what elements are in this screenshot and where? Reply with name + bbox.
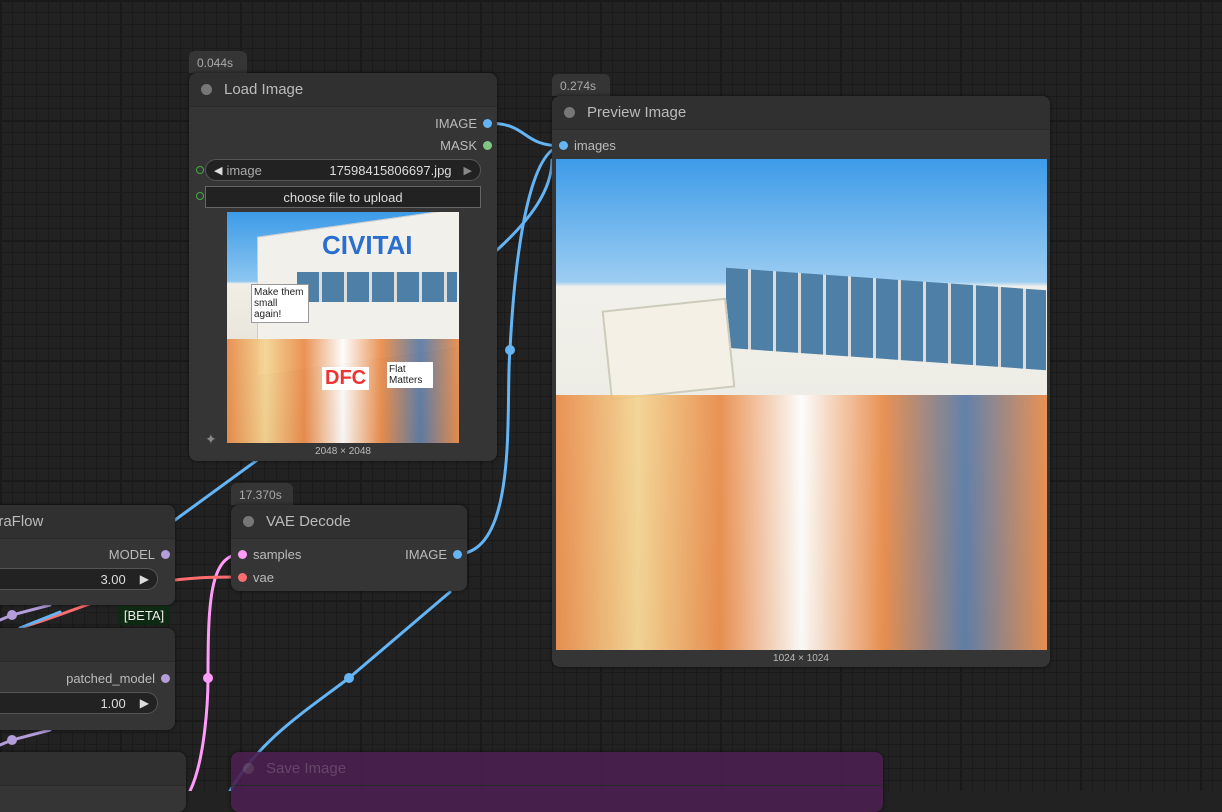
output-label: MODEL — [108, 547, 155, 562]
arrow-right-icon[interactable]: ▶ — [140, 572, 149, 586]
node-title: VAE Decode — [266, 513, 351, 530]
input-label: images — [574, 138, 616, 153]
sign-text: Flat Matters — [387, 362, 433, 388]
image-thumbnail: CIVITAI Make them small again! DFC Flat … — [227, 212, 459, 443]
input-slot-upload[interactable] — [196, 192, 204, 200]
arrow-left-icon[interactable]: ◀ — [214, 164, 222, 177]
collapse-dot-icon[interactable] — [243, 516, 254, 527]
widget-value: 1.00 — [100, 695, 126, 711]
input-label: samples — [253, 547, 302, 562]
output-label: MASK — [440, 138, 477, 153]
patch-model-node[interactable]: patched_model 1.00 ▶ — [0, 628, 175, 730]
widget-value: 3.00 — [100, 571, 126, 587]
output-slot-image[interactable] — [483, 119, 492, 128]
number-widget[interactable]: 1.00 ▶ — [0, 692, 158, 714]
output-label: IMAGE — [435, 116, 477, 131]
collapse-dot-icon[interactable] — [201, 84, 212, 95]
blank-sign — [601, 297, 736, 401]
output-label: IMAGE — [405, 547, 447, 562]
node-title: Save Image — [266, 760, 347, 777]
arrow-right-icon[interactable]: ▶ — [464, 164, 472, 177]
input-slot-image[interactable] — [196, 166, 204, 174]
input-slot-samples[interactable] — [238, 550, 247, 559]
node-title: uraFlow — [0, 513, 44, 530]
output-label: patched_model — [66, 671, 155, 686]
collapse-dot-icon[interactable] — [564, 107, 575, 118]
widget-value: 17598415806697.jpg — [329, 162, 452, 178]
execution-time-badge: 17.370s — [231, 483, 293, 505]
node-bottom-left[interactable] — [0, 752, 186, 812]
output-slot-patched-model[interactable] — [161, 674, 170, 683]
execution-time-badge: 0.044s — [189, 51, 247, 73]
image-dimensions: 1024 × 1024 — [773, 653, 829, 664]
preview-image-node[interactable]: Preview Image images 1024 × 1024 — [552, 96, 1050, 667]
output-slot-model[interactable] — [161, 550, 170, 559]
upload-button[interactable]: choose file to upload — [205, 186, 481, 208]
output-slot-image[interactable] — [453, 550, 462, 559]
wire-model-2[interactable] — [0, 728, 52, 747]
execution-time-badge: 0.274s — [552, 74, 610, 96]
node-title: Preview Image — [587, 104, 687, 121]
collapse-dot-icon[interactable] — [243, 763, 254, 774]
image-combo-widget[interactable]: ◀ image 17598415806697.jpg ▶ — [205, 159, 481, 181]
logo-text: CIVITAI — [322, 230, 413, 260]
beta-badge: [BETA] — [118, 606, 170, 625]
save-image-node[interactable]: Save Image — [231, 752, 883, 812]
input-label: vae — [253, 570, 274, 585]
preview-image — [556, 159, 1047, 650]
output-slot-mask[interactable] — [483, 141, 492, 150]
input-slot-images[interactable] — [559, 141, 568, 150]
image-dimensions: 2048 × 2048 — [315, 446, 371, 457]
auraflow-node[interactable]: uraFlow MODEL 3.00 ▶ — [0, 505, 175, 605]
sign-text: DFC — [322, 367, 370, 390]
widget-label: image — [226, 162, 262, 178]
number-widget[interactable]: 3.00 ▶ — [0, 568, 158, 590]
sign-text: Make them small again! — [251, 284, 309, 323]
vae-decode-node[interactable]: VAE Decode samples vae IMAGE — [231, 505, 467, 591]
node-title: Load Image — [224, 81, 304, 98]
load-image-node[interactable]: Load Image IMAGE MASK ◀ image 1759841580… — [189, 73, 497, 461]
arrow-right-icon[interactable]: ▶ — [140, 696, 149, 710]
input-slot-vae[interactable] — [238, 573, 247, 582]
